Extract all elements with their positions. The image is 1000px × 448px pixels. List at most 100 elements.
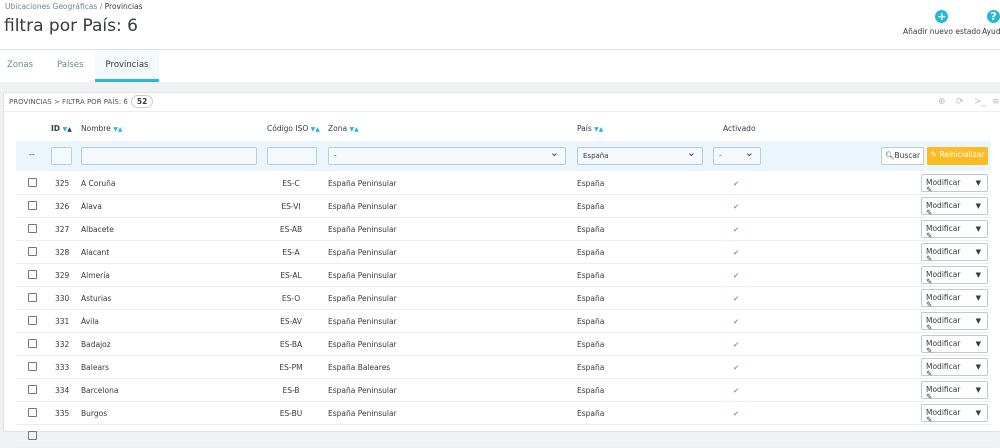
caret-down-icon[interactable]: ▼: [976, 244, 981, 260]
reset-button[interactable]: ✎ Reinicializar: [927, 147, 988, 165]
row-checkbox[interactable]: [28, 247, 37, 256]
page-header: Ubicaciones Geográficas / Provincias fil…: [0, 0, 1000, 50]
breadcrumb-parent[interactable]: Ubicaciones Geográficas: [5, 2, 97, 11]
row-country: España: [577, 409, 605, 418]
edit-button[interactable]: ✎ Modificar ▼: [921, 381, 988, 401]
edit-button[interactable]: ✎ Modificar ▼: [921, 266, 988, 286]
tab-provincias[interactable]: Provincias: [95, 50, 159, 82]
row-country: España: [577, 294, 605, 303]
caret-down-icon[interactable]: ▼: [976, 290, 981, 306]
row-name: Badajoz: [81, 340, 111, 349]
row-iso: ES-A: [282, 248, 300, 257]
check-icon[interactable]: ✔: [733, 179, 739, 188]
refresh-icon[interactable]: ⟳: [956, 97, 964, 107]
edit-button[interactable]: ✎ Modificar ▼: [921, 335, 988, 355]
col-active: Activado: [723, 124, 756, 133]
row-checkbox[interactable]: [28, 316, 37, 325]
edit-button[interactable]: ✎ Modificar ▼: [921, 197, 988, 217]
row-checkbox[interactable]: [28, 362, 37, 371]
search-button[interactable]: 🔍︎Buscar: [881, 147, 924, 165]
row-checkbox[interactable]: [28, 201, 37, 210]
edit-button[interactable]: ✎ Modificar ▼: [921, 220, 988, 240]
check-icon[interactable]: ✔: [733, 340, 739, 349]
row-country: España: [577, 271, 605, 280]
col-iso[interactable]: Código ISO ▼▲: [267, 124, 320, 133]
edit-button[interactable]: ✎ Modificar ▼: [921, 358, 988, 378]
edit-button[interactable]: ✎ Modificar ▼: [921, 404, 988, 424]
row-country: España: [577, 386, 605, 395]
caret-down-icon[interactable]: ▼: [976, 313, 981, 329]
table-row: 332 Badajoz ES-BA España Peninsular Espa…: [16, 333, 991, 356]
tab-paises[interactable]: Países: [50, 50, 90, 82]
caret-down-icon[interactable]: ▼: [976, 267, 981, 283]
id-filter[interactable]: [51, 147, 72, 165]
add-state-button[interactable]: + Añadir nuevo estado: [903, 10, 981, 36]
col-id[interactable]: ID ▼▲: [51, 124, 72, 133]
help-button[interactable]: ? Ayuda: [982, 10, 1000, 36]
row-checkbox[interactable]: [28, 408, 37, 417]
table-row: 327 Albacete ES-AB España Peninsular Esp…: [16, 218, 991, 241]
row-country: España: [577, 363, 605, 372]
caret-down-icon[interactable]: ▼: [976, 336, 981, 352]
edit-button[interactable]: ✎ Modificar ▼: [921, 312, 988, 332]
table-row: 334 Barcelona ES-B España Peninsular Esp…: [16, 379, 991, 402]
row-id: 325: [55, 179, 70, 188]
table-row: 330 Asturias ES-O España Peninsular Espa…: [16, 287, 991, 310]
caret-down-icon[interactable]: ▼: [976, 198, 981, 214]
check-icon[interactable]: ✔: [733, 363, 739, 372]
col-country[interactable]: País ▼▲: [577, 124, 603, 133]
tab-zonas[interactable]: Zonas: [0, 50, 40, 82]
panel-heading: PROVINCIAS > FILTRA POR PAÍS: 6 52: [4, 93, 1000, 112]
col-zone[interactable]: Zona ▼▲: [328, 124, 359, 133]
row-name: Álava: [81, 202, 102, 211]
table-row: 329 Almería ES-AL España Peninsular Espa…: [16, 264, 991, 287]
row-iso: ES-O: [281, 294, 301, 303]
caret-down-icon[interactable]: ▼: [976, 175, 981, 191]
row-checkbox[interactable]: [28, 385, 37, 394]
row-checkbox[interactable]: [28, 293, 37, 302]
table-row: 326 Álava ES-VI España Peninsular España…: [16, 195, 991, 218]
table-row: 328 Alacant ES-A España Peninsular Españ…: [16, 241, 991, 264]
row-zone: España Peninsular: [328, 179, 397, 188]
caret-down-icon[interactable]: ▼: [976, 359, 981, 375]
check-icon[interactable]: ✔: [733, 409, 739, 418]
caret-down-icon[interactable]: ▼: [976, 221, 981, 237]
iso-filter[interactable]: [267, 147, 317, 165]
edit-button[interactable]: ✎ Modificar ▼: [921, 174, 988, 194]
sql-icon[interactable]: >_: [974, 97, 986, 107]
active-select[interactable]: -: [713, 145, 761, 165]
row-zone: España Peninsular: [328, 248, 397, 257]
check-icon[interactable]: ✔: [733, 202, 739, 211]
row-checkbox[interactable]: [28, 224, 37, 233]
row-checkbox[interactable]: [28, 270, 37, 279]
check-icon[interactable]: ✔: [733, 386, 739, 395]
database-icon[interactable]: ≡: [992, 97, 1000, 107]
caret-down-icon[interactable]: ▼: [976, 405, 981, 421]
edit-button[interactable]: ✎ Modificar ▼: [921, 243, 988, 263]
zone-select[interactable]: -: [328, 145, 566, 165]
table-row: 331 Ávila ES-AV España Peninsular España…: [16, 310, 991, 333]
bulk-label: --: [29, 150, 35, 159]
sort-icon: ▼▲: [310, 126, 320, 133]
country-select[interactable]: España: [577, 145, 703, 165]
check-icon[interactable]: ✔: [733, 317, 739, 326]
panel-title: PROVINCIAS > FILTRA POR PAÍS: 6: [9, 98, 128, 106]
check-icon[interactable]: ✔: [733, 294, 739, 303]
row-checkbox[interactable]: [28, 339, 37, 348]
row-checkbox[interactable]: [28, 178, 37, 187]
row-zone: España Peninsular: [328, 225, 397, 234]
check-icon[interactable]: ✔: [733, 248, 739, 257]
caret-down-icon[interactable]: ▼: [976, 382, 981, 398]
breadcrumb-current: Provincias: [104, 2, 143, 11]
check-icon[interactable]: ✔: [733, 271, 739, 280]
name-filter[interactable]: [81, 147, 257, 165]
check-icon[interactable]: ✔: [733, 225, 739, 234]
add-icon[interactable]: ⊕: [938, 97, 946, 107]
row-name: Asturias: [81, 294, 112, 303]
row-name: Barcelona: [81, 386, 119, 395]
row-checkbox[interactable]: [28, 431, 37, 440]
row-name: Burgos: [81, 409, 108, 418]
col-name[interactable]: Nombre ▼▲: [81, 124, 122, 133]
provinces-panel: PROVINCIAS > FILTRA POR PAÍS: 6 52 ⊕ ⟳ >_…: [3, 92, 1000, 448]
edit-button[interactable]: ✎ Modificar ▼: [921, 289, 988, 309]
